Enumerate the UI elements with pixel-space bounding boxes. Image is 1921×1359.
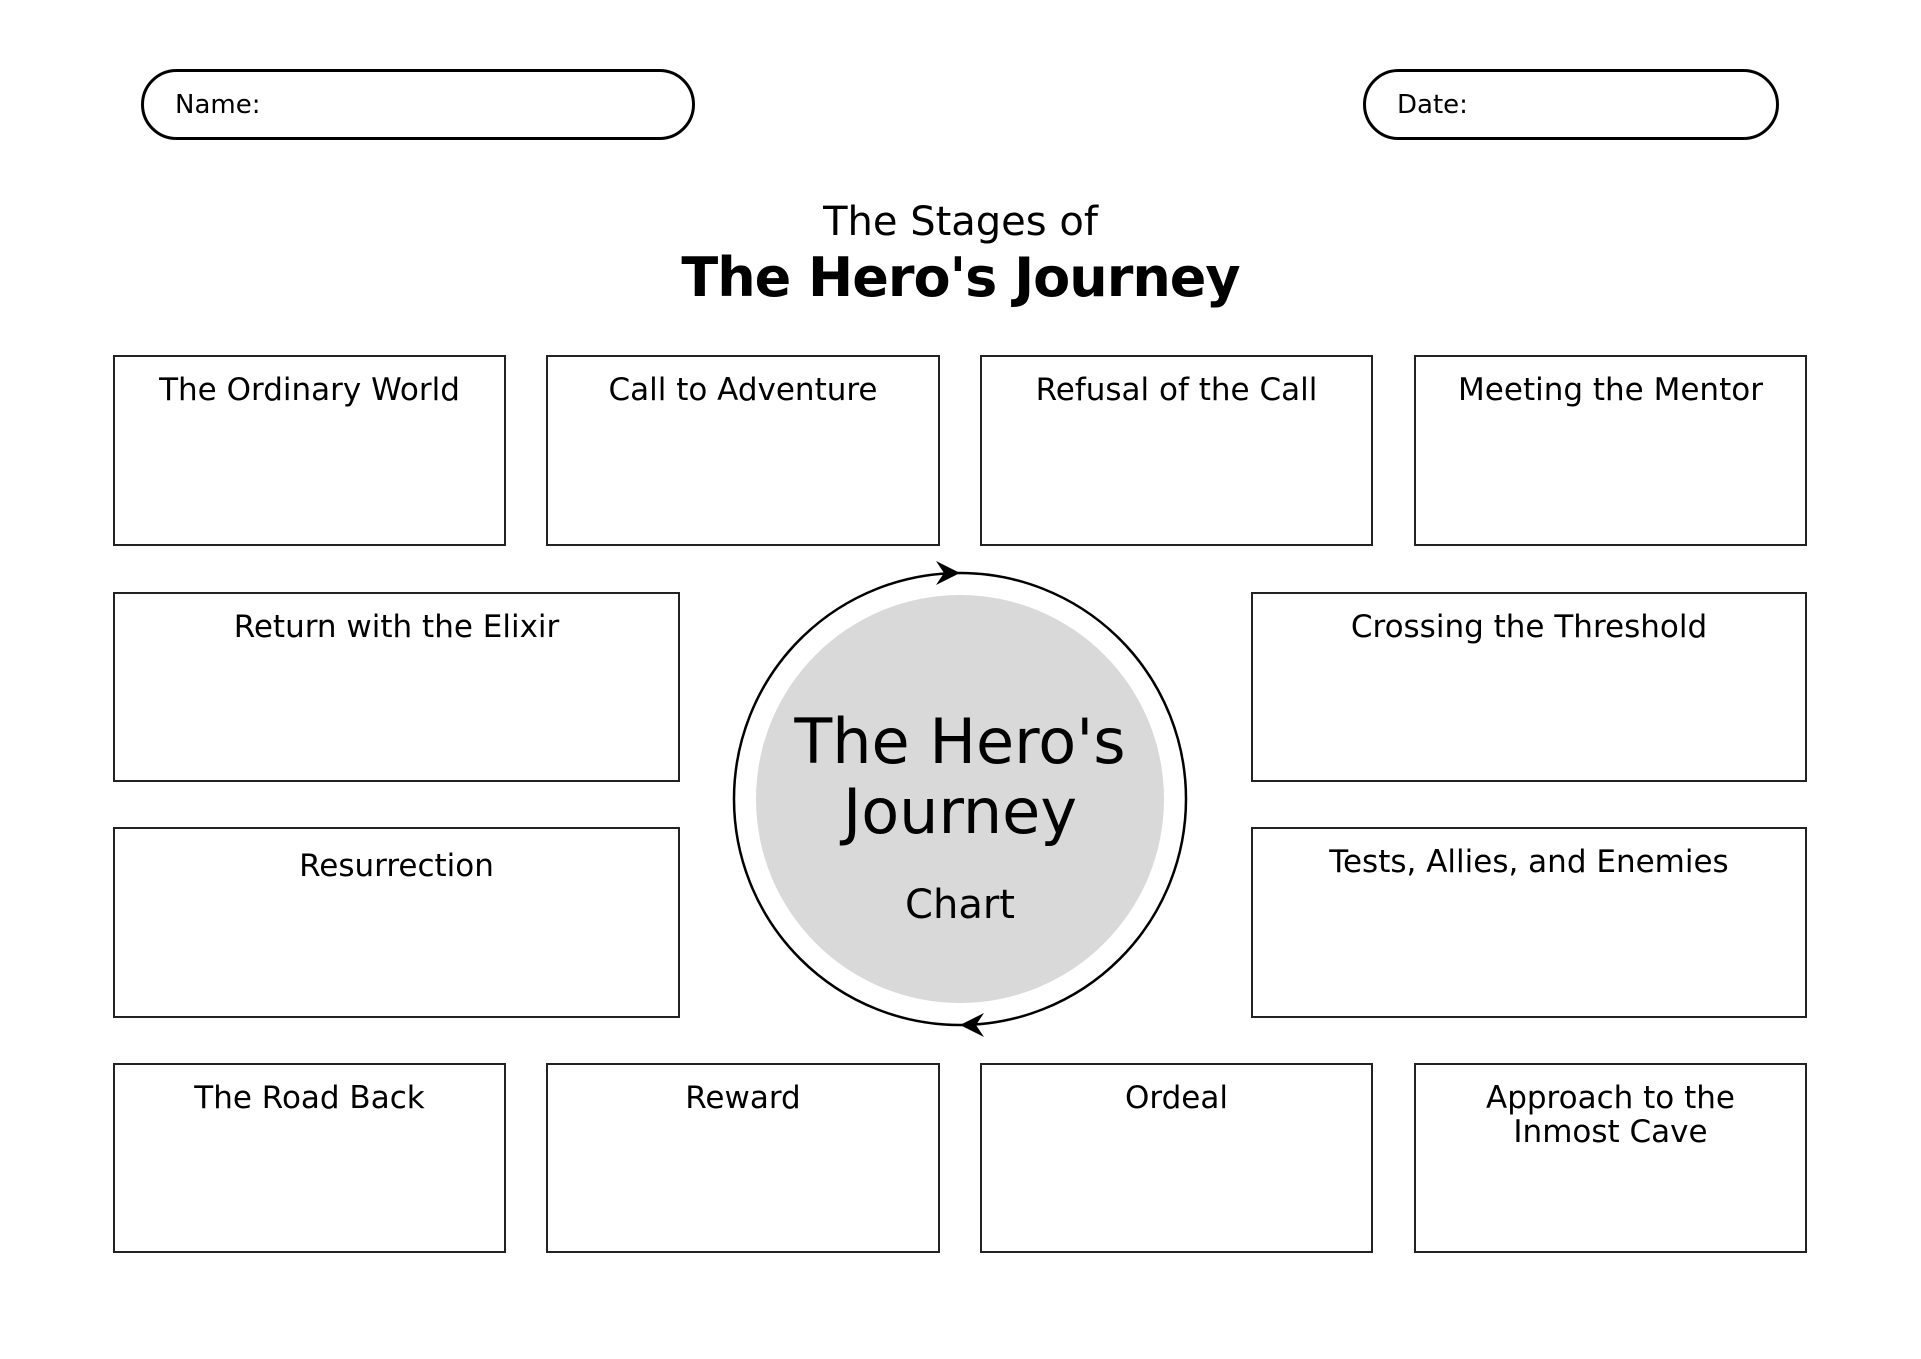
page-title: The Hero's Journey xyxy=(681,246,1240,309)
stage-label: The Ordinary World xyxy=(159,372,460,408)
stage-label: Approach to the Inmost Cave xyxy=(1486,1080,1735,1150)
date-label: Date: xyxy=(1397,89,1468,120)
stage-label: Return with the Elixir xyxy=(233,609,560,645)
stage-label: The Road Back xyxy=(194,1080,425,1116)
center-title-line2: Journey xyxy=(839,775,1077,848)
date-field[interactable]: Date: xyxy=(1363,69,1806,140)
stage-label: Refusal of the Call xyxy=(1035,372,1318,408)
name-field[interactable]: Name: xyxy=(141,69,695,140)
stage-notes-input[interactable] xyxy=(558,427,928,534)
stage-box-reward: Reward xyxy=(546,1063,940,1253)
stage-notes-input[interactable] xyxy=(1263,664,1795,770)
stage-notes-input[interactable] xyxy=(1263,899,1795,1006)
stage-box-meeting-the-mentor: Meeting the Mentor xyxy=(1414,355,1807,546)
stage-label: Crossing the Threshold xyxy=(1350,609,1708,645)
name-label: Name: xyxy=(175,89,261,120)
stage-notes-input[interactable] xyxy=(992,427,1361,534)
cycle-diagram: The Hero's Journey Chart xyxy=(732,561,1188,1037)
center-subtitle: Chart xyxy=(905,882,1015,928)
stage-notes-input[interactable] xyxy=(125,664,668,770)
stage-box-refusal-of-the-call: Refusal of the Call xyxy=(980,355,1373,546)
stage-box-the-road-back: The Road Back xyxy=(113,1063,506,1253)
date-input[interactable] xyxy=(1477,88,1806,121)
stage-box-call-to-adventure: Call to Adventure xyxy=(546,355,940,546)
stage-label: Meeting the Mentor xyxy=(1458,372,1763,408)
stage-label: Ordeal xyxy=(1125,1080,1228,1116)
stage-notes-input[interactable] xyxy=(125,427,494,534)
stage-notes-input[interactable] xyxy=(1426,427,1795,534)
stage-box-resurrection: Resurrection xyxy=(113,827,680,1018)
stage-box-ordeal: Ordeal xyxy=(980,1063,1373,1253)
stage-box-crossing-the-threshold: Crossing the Threshold xyxy=(1251,592,1807,782)
stage-box-ordinary-world: The Ordinary World xyxy=(113,355,506,546)
stage-notes-input[interactable] xyxy=(992,1135,1361,1241)
stage-label: Tests, Allies, and Enemies xyxy=(1329,844,1729,880)
stage-label: Resurrection xyxy=(299,848,494,884)
stage-notes-input[interactable] xyxy=(558,1135,928,1241)
stage-label: Reward xyxy=(685,1080,801,1116)
name-input[interactable] xyxy=(270,88,668,121)
stage-box-tests-allies-enemies: Tests, Allies, and Enemies xyxy=(1251,827,1807,1018)
stage-notes-input[interactable] xyxy=(125,899,668,1006)
page-subtitle: The Stages of xyxy=(823,199,1098,245)
stage-box-return-with-the-elixir: Return with the Elixir xyxy=(113,592,680,782)
stage-box-approach-inmost-cave: Approach to the Inmost Cave xyxy=(1414,1063,1807,1253)
stage-label: Call to Adventure xyxy=(608,372,878,408)
stage-notes-input[interactable] xyxy=(1426,1165,1795,1241)
center-title-line1: The Hero's xyxy=(793,705,1125,778)
stage-notes-input[interactable] xyxy=(125,1135,494,1241)
